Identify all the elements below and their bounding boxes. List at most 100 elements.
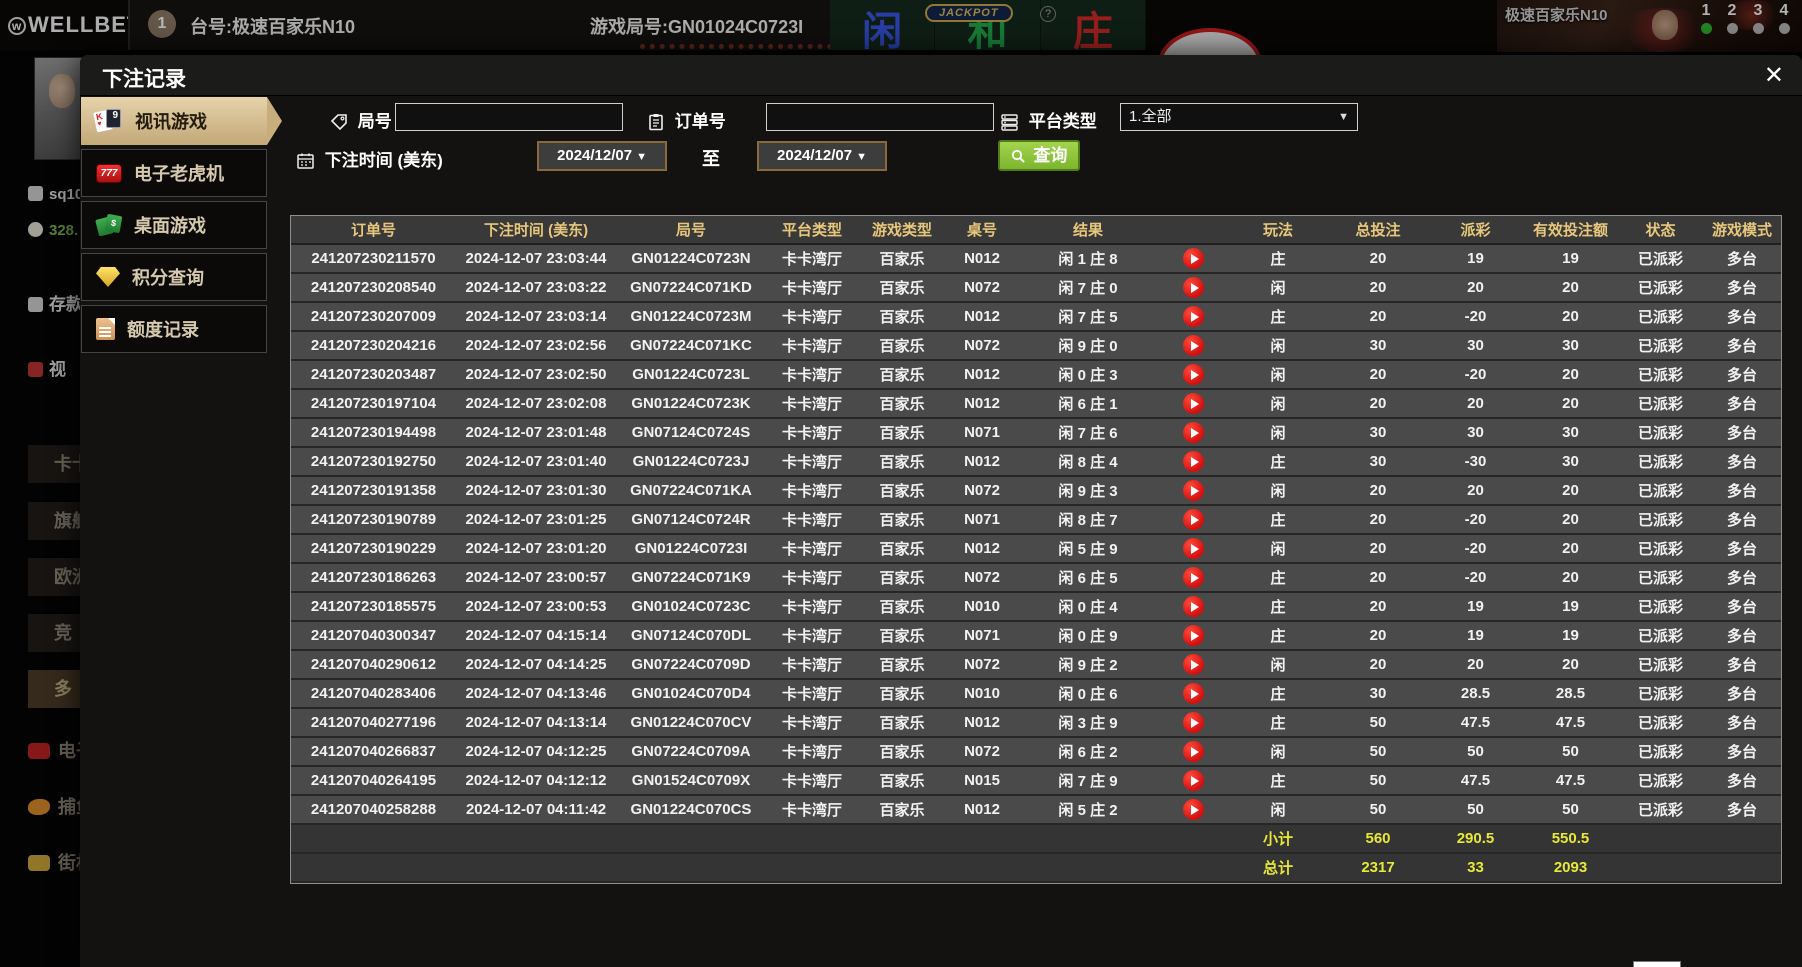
table-row: 241207230204216 2024-12-07 23:02:56 GN07…: [291, 331, 1781, 361]
sidebar-item-slots[interactable]: 777 电子老虎机: [81, 149, 267, 197]
play-video-icon[interactable]: [1182, 393, 1204, 414]
play-video-icon[interactable]: [1182, 509, 1204, 530]
payout-cell: 50: [1428, 795, 1523, 825]
pagination-box[interactable]: [1633, 961, 1681, 967]
total-bet-cell: 20: [1328, 476, 1428, 506]
modal-header: 下注记录 ✕: [80, 55, 1802, 96]
play-video-icon[interactable]: [1182, 683, 1204, 704]
play-video-icon[interactable]: [1182, 567, 1204, 588]
table-number-cell: N012: [946, 360, 1018, 390]
search-button[interactable]: 查询: [998, 140, 1080, 171]
table-header-row: 订单号 下注时间 (美东) 局号 平台类型 游戏类型 桌号 结果 玩法 总投注 …: [291, 216, 1781, 245]
total-bet-cell: 50: [1328, 795, 1428, 825]
col-order: 订单号: [291, 216, 456, 245]
video-table-2: 2: [1724, 2, 1740, 34]
order-number-cell: 241207230192750: [291, 447, 456, 477]
col-valid-bet: 有效投注额: [1523, 216, 1618, 245]
order-number-input[interactable]: [766, 103, 994, 131]
table-row: 241207040300347 2024-12-07 04:15:14 GN07…: [291, 621, 1781, 651]
date-range-separator: 至: [702, 149, 720, 169]
play-video-icon[interactable]: [1182, 596, 1204, 617]
game-mode-cell: 多台: [1703, 360, 1781, 390]
play-video-icon[interactable]: [1182, 248, 1204, 269]
play-video-icon[interactable]: [1182, 451, 1204, 472]
valid-bet-cell: 20: [1523, 389, 1618, 419]
play-video-icon[interactable]: [1182, 364, 1204, 385]
table-number-cell: N012: [946, 302, 1018, 332]
close-icon[interactable]: ✕: [1758, 61, 1790, 90]
game-type-cell: 百家乐: [858, 418, 946, 448]
game-mode-cell: 多台: [1703, 273, 1781, 303]
points-diamond-icon: [96, 267, 120, 287]
status-cell: 已派彩: [1618, 679, 1703, 709]
game-type-cell: 百家乐: [858, 331, 946, 361]
play-video-icon[interactable]: [1182, 335, 1204, 356]
payout-cell: -20: [1428, 505, 1523, 535]
result-cell: 闲 9 庄 3: [1018, 476, 1158, 506]
play-video-icon[interactable]: [1182, 422, 1204, 443]
play-video-icon[interactable]: [1182, 741, 1204, 762]
date-from-picker[interactable]: 2024/12/07 ▼: [537, 141, 667, 171]
play-video-icon[interactable]: [1182, 654, 1204, 675]
date-to-picker[interactable]: 2024/12/07 ▼: [757, 141, 887, 171]
play-video-icon[interactable]: [1182, 277, 1204, 298]
slot-icon: [28, 743, 50, 759]
table-row: 241207230203487 2024-12-07 23:02:50 GN01…: [291, 360, 1781, 390]
status-cell: 已派彩: [1618, 331, 1703, 361]
play-video-icon[interactable]: [1182, 480, 1204, 501]
payout-cell: -20: [1428, 360, 1523, 390]
platform-filter-label: 平台类型: [1000, 107, 1097, 132]
play-video-icon[interactable]: [1182, 306, 1204, 327]
table-row: 241207040290612 2024-12-07 04:14:25 GN07…: [291, 650, 1781, 680]
table-games-icon: $: [95, 213, 123, 237]
sidebar-item-quota[interactable]: 额度记录: [81, 305, 267, 353]
table-row: 241207040264195 2024-12-07 04:12:12 GN01…: [291, 766, 1781, 796]
platform-cell: 卡卡湾厅: [766, 244, 858, 274]
game-round-label: 游戏局号:GN01024C0723I: [590, 17, 804, 37]
status-cell: 已派彩: [1618, 737, 1703, 767]
sidebar-item-table-games[interactable]: $ 桌面游戏: [81, 201, 267, 249]
valid-bet-cell: 28.5: [1523, 679, 1618, 709]
round-number-cell: GN01224C0723J: [616, 447, 766, 477]
valid-bet-cell: 20: [1523, 273, 1618, 303]
play-type-cell: 庄: [1228, 592, 1328, 622]
bet-time-cell: 2024-12-07 23:01:20: [456, 534, 616, 564]
col-replay: [1158, 216, 1228, 245]
result-cell: 闲 7 庄 5: [1018, 302, 1158, 332]
platform-cell: 卡卡湾厅: [766, 476, 858, 506]
play-video-icon[interactable]: [1182, 770, 1204, 791]
play-video-icon[interactable]: [1182, 799, 1204, 820]
col-result: 结果: [1018, 216, 1158, 245]
play-video-icon[interactable]: [1182, 712, 1204, 733]
play-type-cell: 闲: [1228, 476, 1328, 506]
result-cell: 闲 9 庄 0: [1018, 331, 1158, 361]
platform-cell: 卡卡湾厅: [766, 302, 858, 332]
valid-bet-cell: 20: [1523, 563, 1618, 593]
bet-time-cell: 2024-12-07 23:02:56: [456, 331, 616, 361]
bet-time-cell: 2024-12-07 23:00:53: [456, 592, 616, 622]
play-video-icon[interactable]: [1182, 625, 1204, 646]
status-cell: 已派彩: [1618, 302, 1703, 332]
valid-bet-cell: 20: [1523, 505, 1618, 535]
total-bet-cell: 30: [1328, 679, 1428, 709]
round-filter-label: 局号: [330, 107, 392, 132]
round-number-input[interactable]: [395, 103, 623, 131]
game-type-cell: 百家乐: [858, 244, 946, 274]
video-table-1: 1: [1698, 2, 1714, 34]
total-bet-cell: 20: [1328, 360, 1428, 390]
play-video-icon[interactable]: [1182, 538, 1204, 559]
platform-type-select[interactable]: 1.全部 ▼: [1120, 103, 1358, 131]
round-number-cell: GN01224C0723N: [616, 244, 766, 274]
order-number-cell: 241207040264195: [291, 766, 456, 796]
valid-bet-cell: 30: [1523, 331, 1618, 361]
user-icon: [28, 186, 43, 201]
game-type-cell: 百家乐: [858, 505, 946, 535]
sidebar-item-video-games[interactable]: K9 视讯游戏: [81, 97, 282, 145]
game-mode-cell: 多台: [1703, 766, 1781, 796]
order-number-cell: 241207040258288: [291, 795, 456, 825]
sidebar-item-points[interactable]: 积分查询: [81, 253, 267, 301]
platform-cell: 卡卡湾厅: [766, 563, 858, 593]
game-type-cell: 百家乐: [858, 389, 946, 419]
round-number-cell: GN07224C071KD: [616, 273, 766, 303]
order-number-cell: 241207040283406: [291, 679, 456, 709]
